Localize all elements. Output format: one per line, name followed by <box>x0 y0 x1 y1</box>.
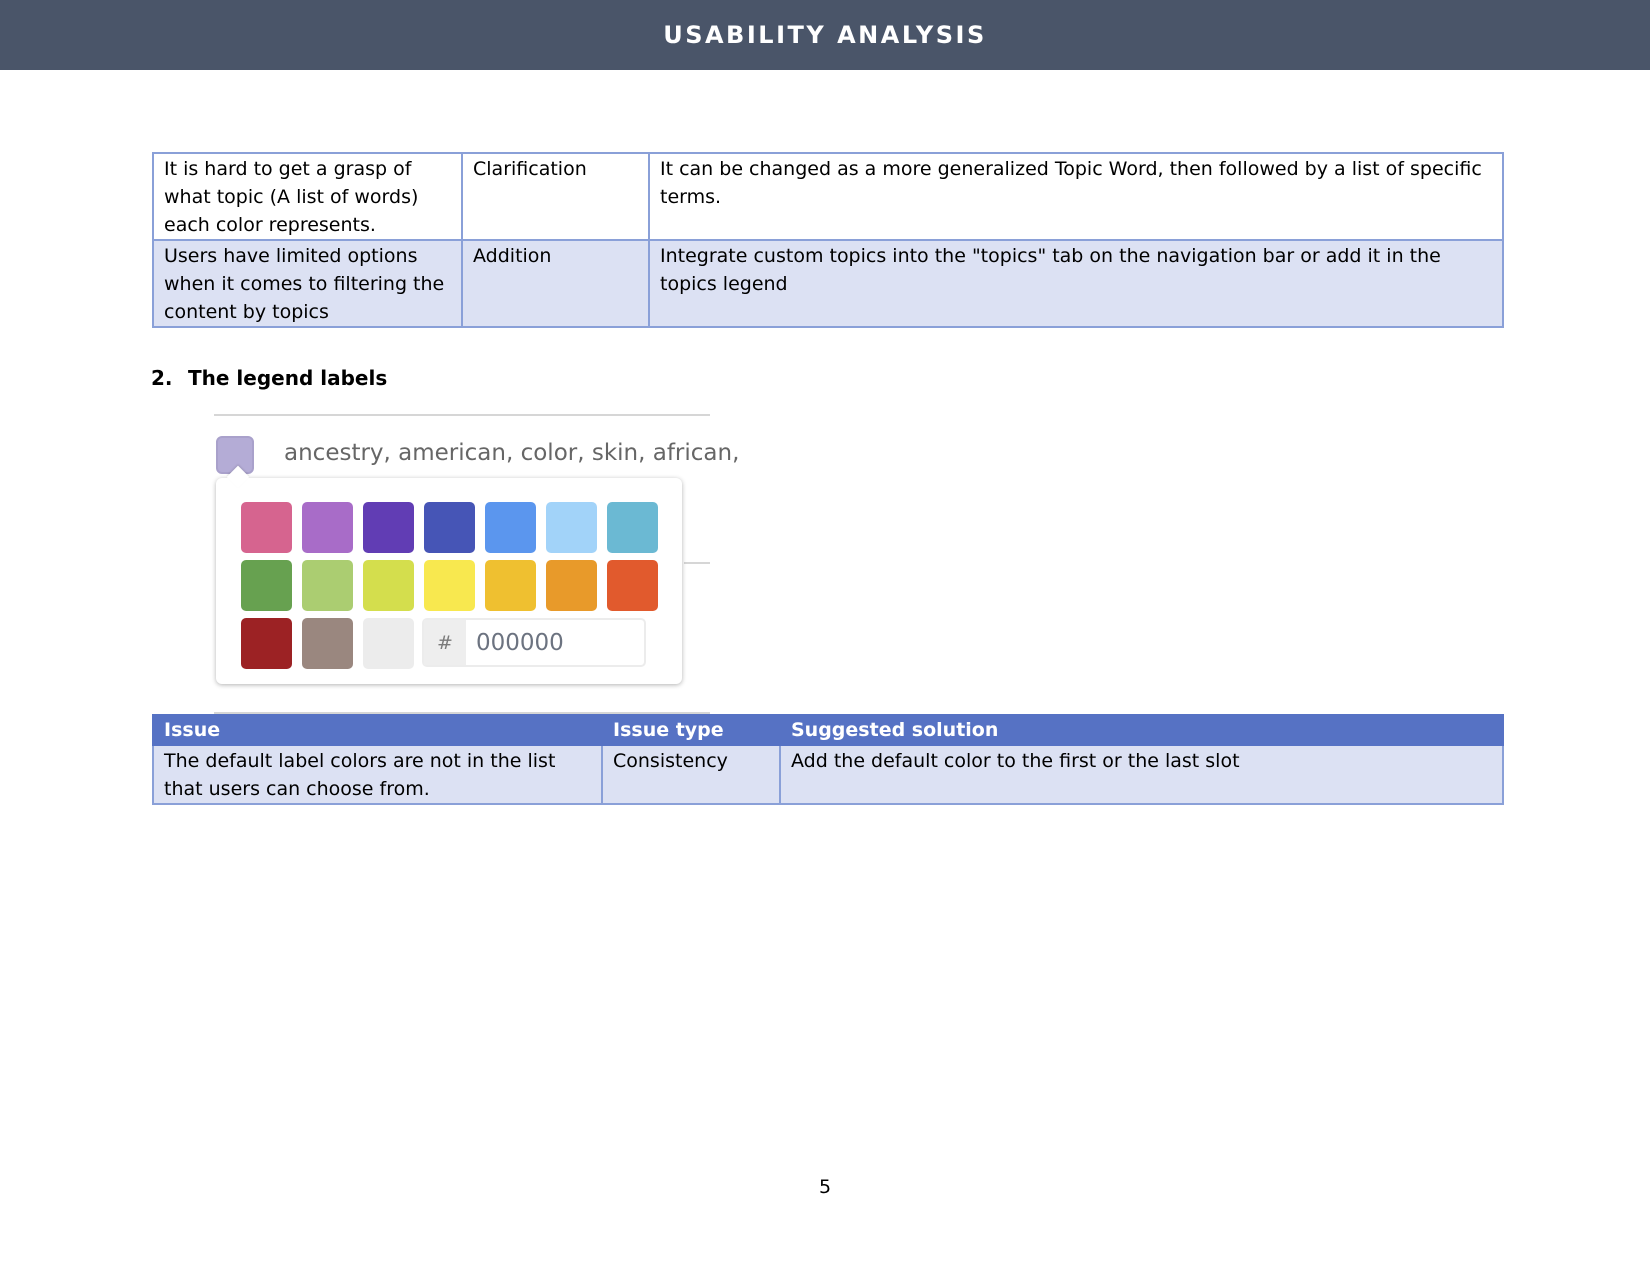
solution-cell: Add the default color to the first or th… <box>779 744 1504 805</box>
table-row: The default label colors are not in the … <box>152 744 1504 805</box>
color-swatch[interactable] <box>241 618 292 669</box>
color-picker-popup: # 000000 <box>216 465 682 684</box>
issue-type-cell: Clarification <box>461 152 650 241</box>
issue-cell: Users have limited options when it comes… <box>152 239 463 328</box>
solution-cell: It can be changed as a more generalized … <box>648 152 1504 241</box>
section-heading: 2. The legend labels <box>151 366 387 390</box>
color-swatch[interactable] <box>607 560 658 611</box>
section-title: The legend labels <box>188 366 388 390</box>
color-swatch[interactable] <box>363 618 414 669</box>
legend-label-text: ancestry, american, color, skin, african… <box>284 440 740 466</box>
divider <box>684 562 710 564</box>
table-row: Users have limited options when it comes… <box>152 239 1504 328</box>
page-number: 5 <box>818 1176 832 1198</box>
issues-table: Issue Issue type Suggested solution The … <box>152 714 1504 805</box>
table-row: It is hard to get a grasp of what topic … <box>152 152 1504 241</box>
color-swatch[interactable] <box>546 560 597 611</box>
issue-cell: It is hard to get a grasp of what topic … <box>152 152 463 241</box>
color-picker-screenshot: ancestry, american, color, skin, african… <box>214 414 739 716</box>
divider <box>214 414 710 416</box>
column-header-issue: Issue <box>152 714 603 746</box>
hash-prefix: # <box>424 620 466 665</box>
column-header-issue-type: Issue type <box>601 714 781 746</box>
section-number: 2. <box>151 366 173 390</box>
color-swatch[interactable] <box>241 560 292 611</box>
color-swatch[interactable] <box>363 502 414 553</box>
page-title: USABILITY ANALYSIS <box>663 21 987 49</box>
color-swatch[interactable] <box>241 502 292 553</box>
issue-cell: The default label colors are not in the … <box>152 744 603 805</box>
color-swatch[interactable] <box>424 502 475 553</box>
color-swatch[interactable] <box>302 618 353 669</box>
column-header-solution: Suggested solution <box>779 714 1504 746</box>
hex-color-input[interactable]: # 000000 <box>422 618 646 667</box>
issue-type-cell: Consistency <box>601 744 781 805</box>
table-header-row: Issue Issue type Suggested solution <box>152 714 1504 746</box>
page-header: USABILITY ANALYSIS <box>0 0 1650 70</box>
color-swatch[interactable] <box>302 560 353 611</box>
hex-value[interactable]: 000000 <box>466 620 644 665</box>
color-swatch[interactable] <box>363 560 414 611</box>
color-swatch[interactable] <box>485 560 536 611</box>
color-swatch[interactable] <box>424 560 475 611</box>
color-swatch[interactable] <box>607 502 658 553</box>
color-swatch[interactable] <box>546 502 597 553</box>
issue-type-cell: Addition <box>461 239 650 328</box>
color-swatch[interactable] <box>302 502 353 553</box>
issues-table-continued: It is hard to get a grasp of what topic … <box>152 152 1504 328</box>
color-swatch[interactable] <box>485 502 536 553</box>
solution-cell: Integrate custom topics into the "topics… <box>648 239 1504 328</box>
